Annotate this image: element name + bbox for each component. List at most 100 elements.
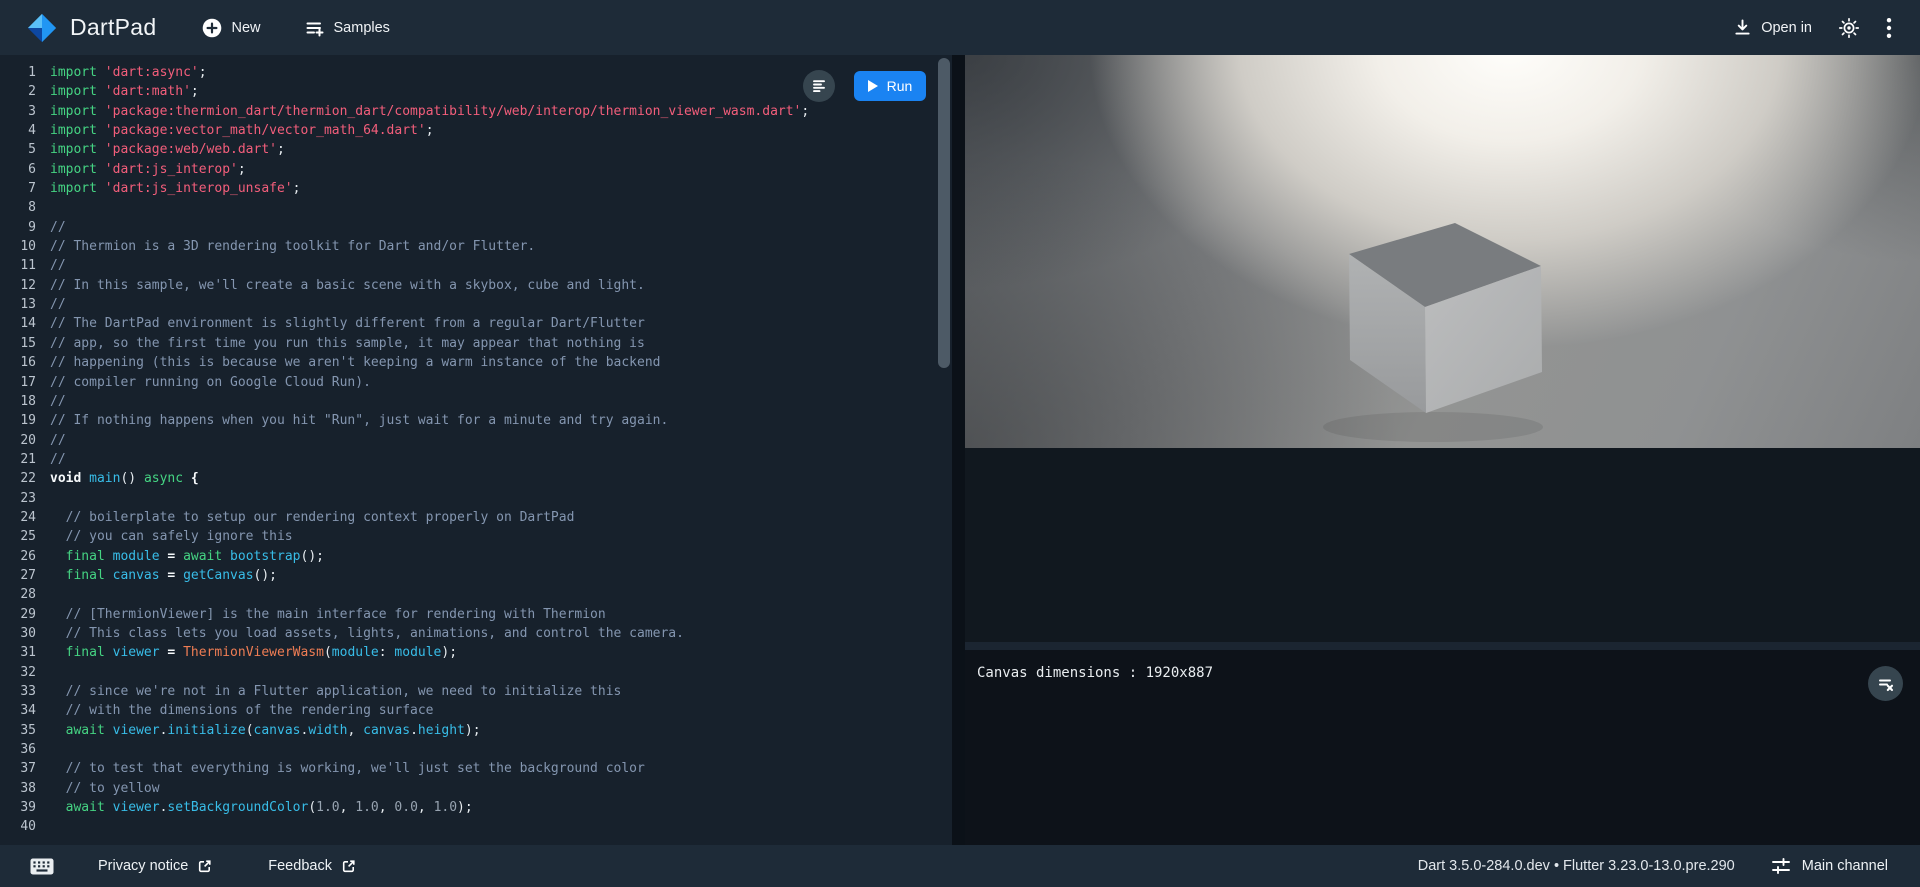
format-button[interactable]	[803, 70, 835, 102]
line-content: import 'dart:math';	[36, 82, 199, 101]
line-number: 21	[0, 450, 36, 469]
line-number: 40	[0, 817, 36, 836]
code-line[interactable]: 12// In this sample, we'll create a basi…	[0, 276, 952, 295]
overflow-menu-button[interactable]	[1886, 17, 1892, 39]
line-content: final canvas = getCanvas();	[36, 566, 277, 585]
code-line[interactable]: 8	[0, 198, 952, 217]
line-content: // This class lets you load assets, ligh…	[36, 624, 684, 643]
line-number: 24	[0, 508, 36, 527]
code-editor[interactable]: 1import 'dart:async';2import 'dart:math'…	[0, 55, 952, 845]
code-line[interactable]: 33 // since we're not in a Flutter appli…	[0, 682, 952, 701]
code-line[interactable]: 36	[0, 740, 952, 759]
samples-button-label: Samples	[334, 20, 390, 36]
plus-circle-icon	[202, 18, 222, 38]
code-line[interactable]: 14// The DartPad environment is slightly…	[0, 314, 952, 333]
code-line[interactable]: 4import 'package:vector_math/vector_math…	[0, 121, 952, 140]
code-line[interactable]: 38 // to yellow	[0, 779, 952, 798]
privacy-notice-label: Privacy notice	[98, 858, 188, 874]
code-line[interactable]: 34 // with the dimensions of the renderi…	[0, 701, 952, 720]
open-in-label: Open in	[1761, 20, 1812, 36]
code-line[interactable]: 30 // This class lets you load assets, l…	[0, 624, 952, 643]
open-in-button[interactable]: Open in	[1733, 18, 1812, 37]
code-line[interactable]: 19// If nothing happens when you hit "Ru…	[0, 411, 952, 430]
code-line[interactable]: 28	[0, 585, 952, 604]
line-number: 27	[0, 566, 36, 585]
line-number: 15	[0, 334, 36, 353]
feedback-link[interactable]: Feedback	[268, 858, 356, 874]
code-line[interactable]: 31 final viewer = ThermionViewerWasm(mod…	[0, 643, 952, 662]
code-line[interactable]: 11//	[0, 256, 952, 275]
code-line[interactable]: 24 // boilerplate to setup our rendering…	[0, 508, 952, 527]
render-canvas[interactable]	[965, 55, 1920, 448]
code-line[interactable]: 10// Thermion is a 3D rendering toolkit …	[0, 237, 952, 256]
code-line[interactable]: 25 // you can safely ignore this	[0, 527, 952, 546]
app-title: DartPad	[70, 14, 156, 41]
console-panel: Canvas dimensions : 1920x887	[965, 650, 1920, 845]
code-line[interactable]: 18//	[0, 392, 952, 411]
code-line[interactable]: 39 await viewer.setBackgroundColor(1.0, …	[0, 798, 952, 817]
panel-splitter[interactable]	[952, 55, 965, 845]
code-line[interactable]: 22void main() async {	[0, 469, 952, 488]
code-line[interactable]: 7import 'dart:js_interop_unsafe';	[0, 179, 952, 198]
external-link-icon	[197, 859, 212, 874]
run-button[interactable]: Run	[854, 71, 926, 101]
line-content: import 'dart:js_interop_unsafe';	[36, 179, 300, 198]
line-number: 31	[0, 643, 36, 662]
line-number: 39	[0, 798, 36, 817]
dartpad-app: DartPad New Samples	[0, 0, 1920, 887]
line-content	[36, 663, 50, 682]
code-line[interactable]: 6import 'dart:js_interop';	[0, 160, 952, 179]
console-splitter[interactable]	[965, 642, 1920, 650]
keyboard-icon	[30, 858, 54, 875]
line-content: import 'package:thermion_dart/thermion_d…	[36, 102, 809, 121]
line-number: 29	[0, 605, 36, 624]
channel-label: Main channel	[1802, 858, 1888, 874]
line-content: // [ThermionViewer] is the main interfac…	[36, 605, 606, 624]
brand[interactable]: DartPad	[26, 12, 156, 44]
theme-toggle-button[interactable]	[1838, 17, 1860, 39]
line-content: await viewer.initialize(canvas.width, ca…	[36, 721, 481, 740]
line-number: 35	[0, 721, 36, 740]
code-line[interactable]: 20//	[0, 431, 952, 450]
editor-scrollbar[interactable]	[938, 58, 950, 368]
samples-button[interactable]: Samples	[305, 18, 390, 38]
code-line[interactable]: 16// happening (this is because we aren'…	[0, 353, 952, 372]
download-icon	[1733, 18, 1752, 37]
line-number: 4	[0, 121, 36, 140]
code-line[interactable]: 13//	[0, 295, 952, 314]
line-content: import 'dart:async';	[36, 63, 207, 82]
line-number: 7	[0, 179, 36, 198]
code-line[interactable]: 27 final canvas = getCanvas();	[0, 566, 952, 585]
code-line[interactable]: 40	[0, 817, 952, 836]
code-line[interactable]: 17// compiler running on Google Cloud Ru…	[0, 373, 952, 392]
line-number: 36	[0, 740, 36, 759]
code-line[interactable]: 32	[0, 663, 952, 682]
code-line[interactable]: 26 final module = await bootstrap();	[0, 547, 952, 566]
code-line[interactable]: 29 // [ThermionViewer] is the main inter…	[0, 605, 952, 624]
line-number: 11	[0, 256, 36, 275]
keyboard-shortcuts-button[interactable]	[30, 858, 54, 875]
code-line[interactable]: 5import 'package:web/web.dart';	[0, 140, 952, 159]
new-button-label: New	[231, 20, 260, 36]
new-button[interactable]: New	[202, 18, 260, 38]
brightness-icon	[1838, 17, 1860, 39]
channel-selector[interactable]: Main channel	[1771, 857, 1888, 875]
code-line[interactable]: 37 // to test that everything is working…	[0, 759, 952, 778]
line-content	[36, 740, 50, 759]
code-line[interactable]: 23	[0, 489, 952, 508]
code-lines: 1import 'dart:async';2import 'dart:math'…	[0, 63, 952, 837]
code-line[interactable]: 35 await viewer.initialize(canvas.width,…	[0, 721, 952, 740]
code-line[interactable]: 21//	[0, 450, 952, 469]
privacy-notice-link[interactable]: Privacy notice	[98, 858, 212, 874]
clear-console-icon	[1877, 675, 1895, 693]
clear-console-button[interactable]	[1868, 666, 1903, 701]
code-line[interactable]: 3import 'package:thermion_dart/thermion_…	[0, 102, 952, 121]
sdk-versions: Dart 3.5.0-284.0.dev • Flutter 3.23.0-13…	[1418, 858, 1735, 874]
line-number: 14	[0, 314, 36, 333]
line-content: // The DartPad environment is slightly d…	[36, 314, 645, 333]
code-line[interactable]: 15// app, so the first time you run this…	[0, 334, 952, 353]
line-content: import 'package:web/web.dart';	[36, 140, 285, 159]
code-line[interactable]: 9//	[0, 218, 952, 237]
line-number: 25	[0, 527, 36, 546]
line-number: 28	[0, 585, 36, 604]
